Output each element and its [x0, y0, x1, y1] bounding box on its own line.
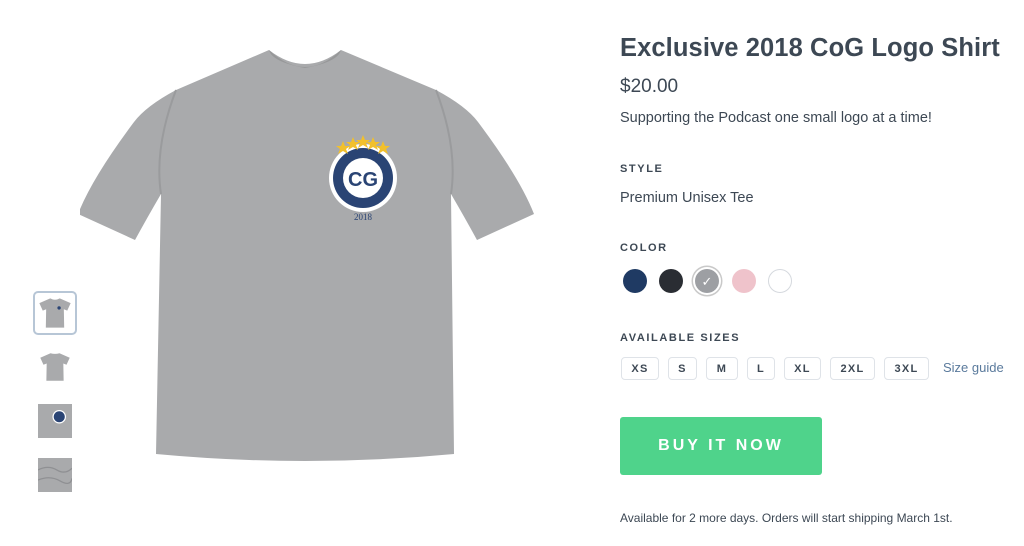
buy-it-now-button[interactable]: BUY IT NOW	[620, 417, 822, 475]
style-label: STYLE	[620, 163, 664, 175]
color-swatch-pink[interactable]	[732, 269, 756, 293]
fabric-closeup-icon	[38, 458, 72, 492]
size-option-3xl[interactable]: 3XL	[884, 357, 929, 380]
checkmark-icon: ✓	[701, 273, 713, 289]
svg-text:CG: CG	[348, 169, 378, 191]
product-description: Supporting the Podcast one small logo at…	[620, 110, 932, 126]
thumbnail-logo-closeup[interactable]	[33, 399, 77, 443]
thumbnail-back[interactable]	[33, 345, 77, 389]
size-option-2xl[interactable]: 2XL	[830, 357, 875, 380]
logo-closeup-icon	[38, 404, 72, 438]
sizes-label: AVAILABLE SIZES	[620, 332, 741, 344]
availability-note: Available for 2 more days. Orders will s…	[620, 511, 953, 525]
size-option-m[interactable]: M	[706, 357, 738, 380]
color-swatch-white[interactable]	[768, 269, 792, 293]
thumbnail-fabric-closeup[interactable]	[33, 453, 77, 497]
tshirt-image: CG 2018	[78, 50, 534, 461]
product-price: $20.00	[620, 76, 679, 97]
style-value[interactable]: Premium Unisex Tee	[620, 190, 754, 206]
color-swatch-black[interactable]	[659, 269, 683, 293]
color-swatch-navy[interactable]	[623, 269, 647, 293]
color-label: COLOR	[620, 242, 668, 254]
tshirt-front-icon	[39, 298, 71, 328]
color-swatch-heather-grey[interactable]: ✓	[695, 269, 719, 293]
size-option-l[interactable]: L	[747, 357, 775, 380]
svg-text:2018: 2018	[354, 212, 373, 222]
size-guide-link[interactable]: Size guide	[943, 360, 1004, 375]
size-option-xs[interactable]: XS	[621, 357, 659, 380]
size-option-s[interactable]: S	[668, 357, 697, 380]
tshirt-back-icon	[40, 353, 70, 381]
size-option-xl[interactable]: XL	[784, 357, 821, 380]
product-image: CG 2018	[78, 38, 550, 478]
thumbnail-front[interactable]	[33, 291, 77, 335]
product-title: Exclusive 2018 CoG Logo Shirt	[620, 34, 1000, 62]
